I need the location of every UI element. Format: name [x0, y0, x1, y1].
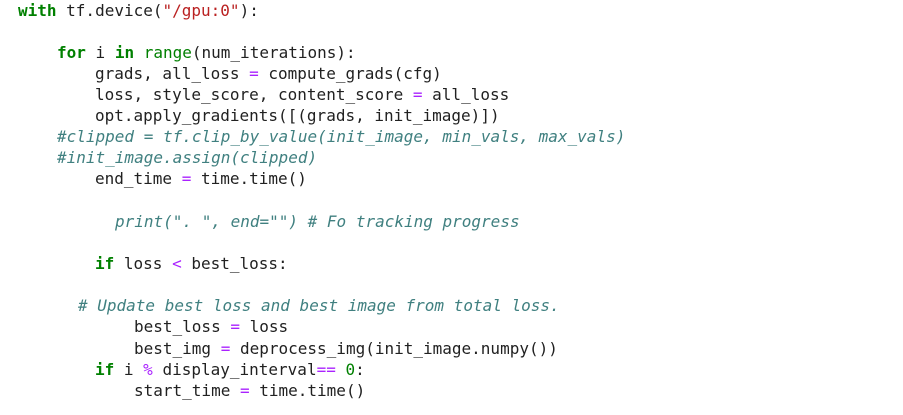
code-token: time.time() [191, 169, 307, 188]
code-line: # Update best loss and best image from t… [78, 295, 560, 316]
code-token: "/gpu:0" [162, 1, 240, 20]
code-line: best_loss = loss [134, 316, 288, 337]
code-token: ): [239, 1, 259, 20]
code-token: if [95, 254, 115, 273]
code-token: = [249, 64, 259, 83]
code-token: display_interval [152, 360, 317, 379]
code-line: print(". ", end="") # Fo tracking progre… [115, 211, 520, 232]
code-token: best_loss [134, 317, 231, 336]
code-token: grads, all_loss [95, 64, 250, 83]
code-token: tf.device( [56, 1, 163, 20]
code-cell: with tf.device("/gpu:0"): for i in range… [0, 0, 903, 415]
code-token: print(". ", end="") # Fo tracking progre… [115, 212, 520, 231]
code-token: 0 [345, 360, 356, 379]
code-token: in [114, 43, 135, 62]
code-token: start_time [134, 381, 240, 400]
code-token: % [143, 360, 153, 379]
code-token: == [316, 360, 336, 379]
code-line: opt.apply_gradients([(grads, init_image)… [95, 105, 500, 126]
code-token: time.time() [249, 381, 366, 400]
code-token: best_img [134, 339, 221, 358]
code-token: : [355, 360, 365, 379]
code-token: end_time [95, 169, 182, 188]
code-token: compute_grads(cfg) [258, 64, 442, 83]
code-line: if i % display_interval== 0: [95, 359, 365, 380]
code-token: best_loss: [181, 254, 288, 273]
code-token: = [220, 339, 231, 358]
code-token: = [181, 169, 192, 188]
code-line: #clipped = tf.clip_by_value(init_image, … [57, 126, 625, 147]
code-token: loss, style_score, content_score [95, 85, 413, 104]
code-line: with tf.device("/gpu:0"): [18, 0, 259, 21]
code-token: (num_iterations): [191, 43, 356, 62]
code-token: opt.apply_gradients([(grads, init_image)… [95, 106, 500, 125]
code-line: if loss < best_loss: [95, 253, 288, 274]
code-token: = [239, 381, 250, 400]
code-line: #init_image.assign(clipped) [57, 147, 317, 168]
code-token: deprocess_img(init_image.numpy()) [230, 339, 558, 358]
code-token: all_loss [422, 85, 510, 104]
code-token: # Update best loss and best image from t… [78, 296, 560, 315]
code-token: loss [239, 317, 289, 336]
code-token: if [95, 360, 115, 379]
code-token: loss [114, 254, 173, 273]
code-line: loss, style_score, content_score = all_l… [95, 84, 509, 105]
code-token: #init_image.assign(clipped) [57, 148, 318, 167]
code-line: for i in range(num_iterations): [57, 42, 356, 63]
code-line: best_img = deprocess_img(init_image.nump… [134, 338, 558, 359]
code-token: #clipped = tf.clip_by_value(init_image, … [57, 127, 626, 146]
code-token: range [143, 43, 192, 62]
code-token: = [412, 85, 423, 104]
code-line: end_time = time.time() [95, 168, 307, 189]
code-token: for [57, 43, 86, 62]
code-line: start_time = time.time() [134, 380, 365, 401]
code-token: i [114, 360, 144, 379]
code-line: grads, all_loss = compute_grads(cfg) [95, 63, 442, 84]
code-token: i [85, 43, 115, 62]
code-token: with [18, 1, 57, 20]
code-token: < [172, 254, 182, 273]
code-token: = [230, 317, 240, 336]
